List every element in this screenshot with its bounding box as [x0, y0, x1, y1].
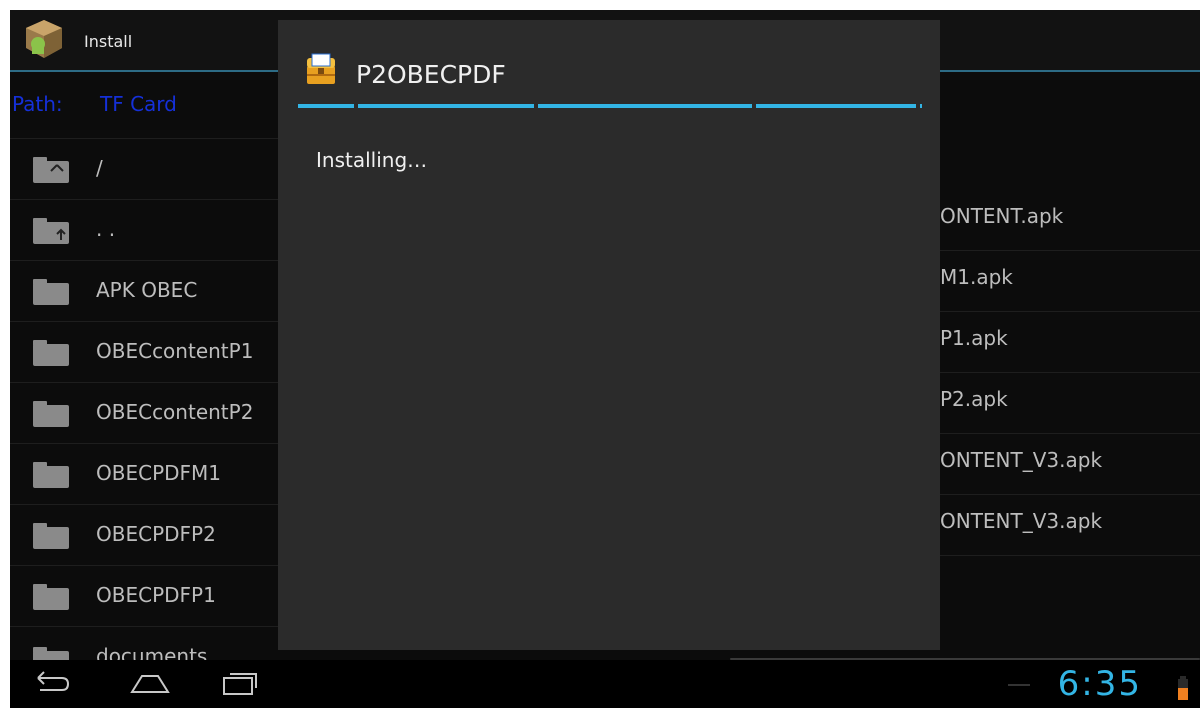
install-dialog: P2OBECPDF Installing… [278, 20, 940, 650]
list-item-label: M1.apk [940, 265, 1013, 289]
folder-up-icon [33, 218, 69, 244]
list-item[interactable]: OBECcontentP1 [10, 321, 278, 382]
list-item[interactable]: P1.apk [940, 311, 1200, 372]
folder-up-icon [33, 157, 69, 183]
list-item-label: OBECPDFP1 [96, 583, 216, 607]
list-item[interactable]: M1.apk [940, 250, 1200, 311]
list-item-label: OBECPDFP2 [96, 522, 216, 546]
list-item-label: APK OBEC [96, 278, 198, 302]
folder-icon [33, 523, 69, 549]
recent-apps-icon[interactable] [220, 668, 260, 698]
screen-frame-left [0, 0, 10, 708]
app-title: Install [84, 32, 133, 51]
treasure-chest-icon [307, 53, 335, 84]
dialog-title: P2OBECPDF [356, 60, 506, 89]
apk-list: ONTENT.apk M1.apk P1.apk P2.apk ONTENT_V… [940, 190, 1200, 556]
system-bar: 6:35 [10, 660, 1200, 708]
list-item[interactable]: OBECPDFP2 [10, 504, 278, 565]
list-item[interactable]: OBECcontentP2 [10, 382, 278, 443]
progress-segment [756, 104, 916, 108]
list-item-label: / [96, 156, 103, 180]
list-item[interactable]: ONTENT_V3.apk [940, 494, 1200, 556]
progress-segment [538, 104, 752, 108]
list-item[interactable]: APK OBEC [10, 260, 278, 321]
folder-icon [33, 401, 69, 427]
progress-segment [358, 104, 534, 108]
status-divider [1008, 684, 1030, 686]
folder-icon [33, 584, 69, 610]
android-package-icon[interactable] [24, 18, 64, 60]
progress-indicator [298, 104, 922, 108]
dialog-message: Installing… [316, 148, 428, 172]
screen: Install Path: TF Card / . . APK OBEC OBE… [0, 0, 1200, 708]
path-value[interactable]: TF Card [100, 92, 177, 116]
list-item[interactable]: ONTENT.apk [940, 190, 1200, 250]
list-item-label: OBECPDFM1 [96, 461, 222, 485]
list-item[interactable]: OBECPDFM1 [10, 443, 278, 504]
list-item-label: ONTENT_V3.apk [940, 448, 1103, 472]
list-item-label: OBECcontentP1 [96, 339, 254, 363]
list-item-label: . . [96, 217, 116, 241]
clock: 6:35 [1057, 664, 1142, 704]
list-item[interactable]: P2.apk [940, 372, 1200, 433]
list-item[interactable]: OBECPDFP1 [10, 565, 278, 626]
progress-segment [298, 104, 354, 108]
list-item-label: P1.apk [940, 326, 1008, 350]
path-label: Path: [12, 92, 63, 116]
battery-icon [1178, 676, 1188, 700]
folder-icon [33, 340, 69, 366]
list-item-label: OBECcontentP2 [96, 400, 254, 424]
back-icon[interactable] [32, 668, 72, 698]
progress-segment [920, 104, 922, 108]
list-item[interactable]: / [10, 138, 278, 199]
home-icon[interactable] [128, 668, 172, 698]
list-item[interactable]: . . [10, 199, 278, 260]
list-item-label: ONTENT_V3.apk [940, 509, 1103, 533]
list-item-label: ONTENT.apk [940, 204, 1064, 228]
folder-list: / . . APK OBEC OBECcontentP1 OBECcontent… [10, 138, 278, 673]
folder-icon [33, 462, 69, 488]
list-item-label: P2.apk [940, 387, 1008, 411]
screen-frame-top [0, 0, 1200, 10]
folder-icon [33, 279, 69, 305]
list-item[interactable]: ONTENT_V3.apk [940, 433, 1200, 494]
